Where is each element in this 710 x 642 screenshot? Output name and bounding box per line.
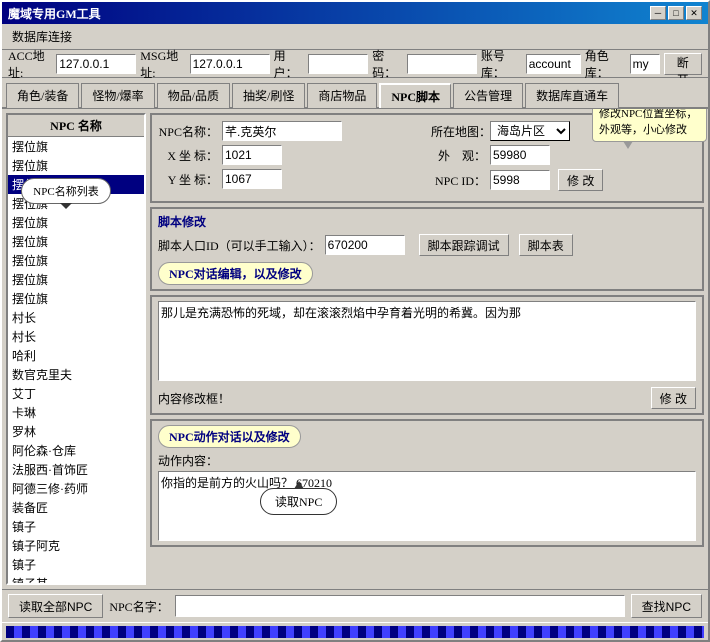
npc-item[interactable]: 数官克里夫 bbox=[8, 365, 144, 384]
npc-info-modify-button[interactable]: 修 改 bbox=[558, 169, 603, 191]
y-coord-input[interactable] bbox=[222, 169, 282, 189]
npc-item[interactable]: 村长 bbox=[8, 327, 144, 346]
minimize-button[interactable]: ─ bbox=[650, 6, 666, 20]
npc-item[interactable]: 装备匠 bbox=[8, 498, 144, 517]
user-input[interactable] bbox=[308, 54, 368, 74]
appearance-label: 外 观： bbox=[431, 147, 486, 164]
tab-npc-script[interactable]: NPC脚本 bbox=[379, 83, 451, 108]
read-all-npc-button[interactable]: 读取全部NPC bbox=[8, 594, 103, 618]
tab-announcement[interactable]: 公告管理 bbox=[453, 83, 523, 108]
npc-name-field-label: NPC名字： bbox=[109, 598, 168, 615]
close-button[interactable]: ✕ bbox=[686, 6, 702, 20]
npc-list-panel: NPC 名称 摆位旗 摆位旗 摆位旗张 摆位旗 摆位旗 摆位旗 摆位旗 摆位旗 … bbox=[6, 113, 146, 585]
msg-label: MSG地址: bbox=[140, 47, 185, 81]
pwd-label: 密码： bbox=[372, 47, 403, 81]
map-label: 所在地图： bbox=[431, 123, 486, 140]
dialog-textarea[interactable] bbox=[158, 301, 696, 381]
script-table-button[interactable]: 脚本表 bbox=[519, 234, 573, 256]
npc-item[interactable]: 摆位旗 bbox=[8, 251, 144, 270]
content-edit-label: 内容修改框！ bbox=[158, 390, 230, 407]
dialog-edit-label: NPC对话编辑，以及修改 bbox=[158, 262, 313, 285]
msg-input[interactable] bbox=[190, 54, 270, 74]
script-id-label: 脚本人口ID（可以手工输入）： bbox=[158, 237, 321, 254]
action-content-label: 动作内容： bbox=[158, 452, 696, 469]
npc-item[interactable]: 镇子 bbox=[8, 555, 144, 574]
account-label: 账号库： bbox=[481, 47, 522, 81]
status-progress-bar bbox=[6, 626, 704, 638]
npc-item[interactable]: 摆位旗 bbox=[8, 137, 144, 156]
y-coord-label: Y 坐 标： bbox=[158, 171, 218, 188]
npc-item[interactable]: 摆位旗 bbox=[8, 156, 144, 175]
user-label: 用户： bbox=[274, 47, 305, 81]
pwd-input[interactable] bbox=[407, 54, 477, 74]
acc-label: ACC地址: bbox=[8, 47, 52, 81]
npc-item[interactable]: 摆位旗 bbox=[8, 270, 144, 289]
npc-list-header: NPC 名称 bbox=[8, 115, 144, 137]
map-dropdown[interactable]: 海岛片区 bbox=[490, 121, 570, 141]
role-input[interactable] bbox=[630, 54, 660, 74]
main-window: 魔域专用GM工具 ─ □ ✕ 数据库连接 ACC地址: MSG地址: 用户： 密… bbox=[0, 0, 710, 642]
script-label: 脚本修改 bbox=[158, 213, 206, 230]
npc-name-input[interactable] bbox=[222, 121, 342, 141]
script-section: 脚本修改 脚本人口ID（可以手工输入）： 脚本跟踪调试 脚本表 NPC对话编辑，… bbox=[150, 207, 704, 291]
tab-shop[interactable]: 商店物品 bbox=[307, 83, 377, 108]
npc-item[interactable]: 阿伦森·仓库 bbox=[8, 441, 144, 460]
tab-db-direct[interactable]: 数据库直通车 bbox=[525, 83, 619, 108]
tab-item[interactable]: 物品/品质 bbox=[157, 83, 230, 108]
action-section: NPC动作对话以及修改 动作内容： 你指的是前方的火山吗？ 670210 bbox=[150, 419, 704, 547]
status-bar bbox=[2, 622, 708, 640]
npc-name-search-input[interactable] bbox=[175, 595, 625, 617]
npc-id-input[interactable] bbox=[490, 170, 550, 190]
script-debug-button[interactable]: 脚本跟踪调试 bbox=[419, 234, 509, 256]
action-content-area: 你指的是前方的火山吗？ 670210 bbox=[158, 471, 696, 541]
npc-item[interactable]: 镇子其 bbox=[8, 574, 144, 583]
right-panel: NPC名称： X 坐 标： Y 坐 标： bbox=[150, 113, 704, 585]
dialog-modify-button[interactable]: 修 改 bbox=[651, 387, 696, 409]
npc-item[interactable]: 法服西·首饰匠 bbox=[8, 460, 144, 479]
window-title: 魔域专用GM工具 bbox=[8, 5, 101, 22]
acc-input[interactable] bbox=[56, 54, 136, 74]
npc-id-label: NPC ID： bbox=[431, 172, 486, 189]
npc-info-section: NPC名称： X 坐 标： Y 坐 标： bbox=[150, 113, 704, 203]
npc-name-label: NPC名称： bbox=[158, 123, 218, 140]
toolbar: ACC地址: MSG地址: 用户： 密码： 账号库： 角色库： 断开 bbox=[2, 50, 708, 78]
tab-lottery[interactable]: 抽奖/刷怪 bbox=[232, 83, 305, 108]
dialog-section: 内容修改框！ 修 改 bbox=[150, 295, 704, 415]
appearance-input[interactable] bbox=[490, 145, 550, 165]
npc-item[interactable]: 艾丁 bbox=[8, 384, 144, 403]
main-content: NPC 名称 摆位旗 摆位旗 摆位旗张 摆位旗 摆位旗 摆位旗 摆位旗 摆位旗 … bbox=[2, 109, 708, 589]
npc-item[interactable]: 镇子 bbox=[8, 517, 144, 536]
npc-item[interactable]: 镇子阿克 bbox=[8, 536, 144, 555]
npc-item[interactable]: 摆位旗 bbox=[8, 213, 144, 232]
x-coord-label: X 坐 标： bbox=[158, 147, 218, 164]
npc-item[interactable]: 罗林 bbox=[8, 422, 144, 441]
disconnect-button[interactable]: 断开 bbox=[664, 53, 702, 75]
title-bar-buttons: ─ □ ✕ bbox=[650, 6, 702, 20]
x-coord-input[interactable] bbox=[222, 145, 282, 165]
npc-item[interactable]: 摆位旗 bbox=[8, 232, 144, 251]
tabs-bar: 角色/装备 怪物/爆率 物品/品质 抽奖/刷怪 商店物品 NPC脚本 公告管理 … bbox=[2, 78, 708, 109]
npc-item[interactable]: 村长 bbox=[8, 308, 144, 327]
title-bar: 魔域专用GM工具 ─ □ ✕ bbox=[2, 2, 708, 24]
find-npc-button[interactable]: 查找NPC bbox=[631, 594, 702, 618]
menu-item-db[interactable]: 数据库连接 bbox=[6, 26, 78, 47]
tab-monster[interactable]: 怪物/爆率 bbox=[81, 83, 154, 108]
npc-item[interactable]: 摆位旗 bbox=[8, 194, 144, 213]
npc-item[interactable]: 哈利 bbox=[8, 346, 144, 365]
account-input[interactable] bbox=[526, 54, 581, 74]
bottom-bar: 读取全部NPC NPC名字： 查找NPC bbox=[2, 589, 708, 622]
tab-costume[interactable]: 角色/装备 bbox=[6, 83, 79, 108]
npc-item[interactable]: 摆位旗张 bbox=[8, 175, 144, 194]
role-label: 角色库： bbox=[585, 47, 626, 81]
npc-item[interactable]: 摆位旗 bbox=[8, 289, 144, 308]
maximize-button[interactable]: □ bbox=[668, 6, 684, 20]
action-section-label: NPC动作对话以及修改 bbox=[158, 425, 301, 448]
npc-item[interactable]: 卡琳 bbox=[8, 403, 144, 422]
npc-list[interactable]: 摆位旗 摆位旗 摆位旗张 摆位旗 摆位旗 摆位旗 摆位旗 摆位旗 摆位旗 村长 … bbox=[8, 137, 144, 583]
npc-item[interactable]: 阿德三修·药师 bbox=[8, 479, 144, 498]
script-id-input[interactable] bbox=[325, 235, 405, 255]
